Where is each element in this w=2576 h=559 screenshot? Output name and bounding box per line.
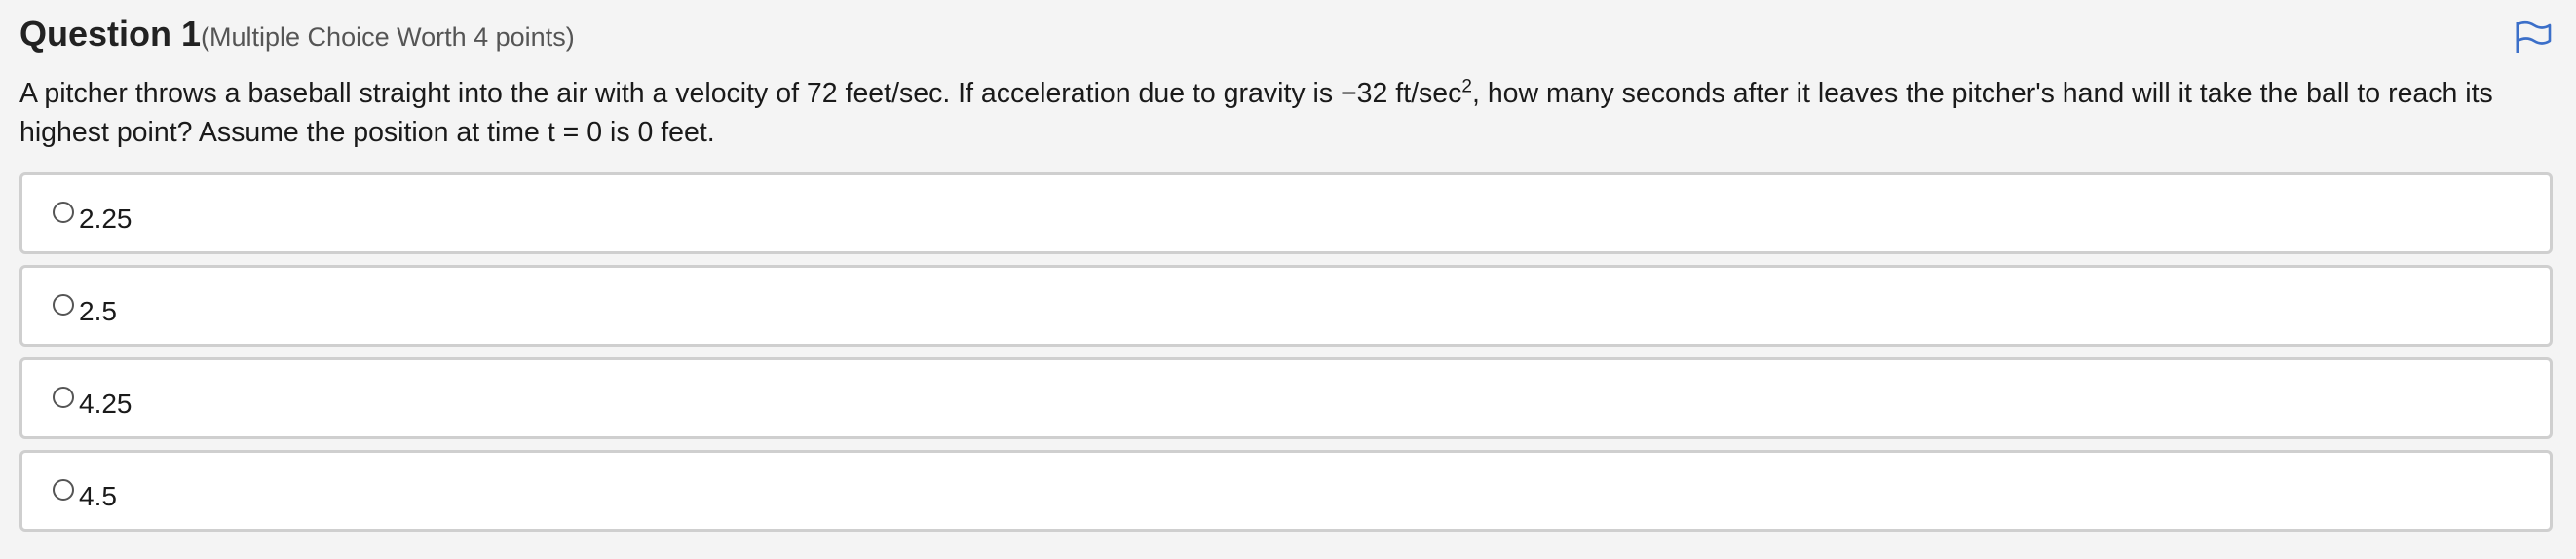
question-header: Question 1 (Multiple Choice Worth 4 poin… [19,14,575,55]
question-meta: (Multiple Choice Worth 4 points) [201,22,575,52]
question-title: Question 1 [19,14,202,54]
choice-label: 4.25 [79,389,133,419]
flag-icon[interactable] [2514,19,2553,55]
choice-option-3[interactable]: 4.25 [19,357,2553,439]
radio-button[interactable] [53,387,74,408]
answer-choices: 2.25 2.5 4.25 4.5 [19,172,2553,542]
radio-button[interactable] [53,294,74,316]
question-stem: A pitcher throws a baseball straight int… [19,74,2557,152]
question-stem-part1: A pitcher throws a baseball straight int… [19,78,1462,109]
choice-option-4[interactable]: 4.5 [19,450,2553,532]
choice-option-2[interactable]: 2.5 [19,265,2553,347]
choice-label: 2.5 [79,296,117,326]
choice-label: 4.5 [79,481,117,511]
radio-button[interactable] [53,479,74,501]
choice-option-1[interactable]: 2.25 [19,172,2553,254]
radio-button[interactable] [53,202,74,223]
choice-label: 2.25 [79,204,133,234]
question-stem-superscript: 2 [1461,76,1472,97]
